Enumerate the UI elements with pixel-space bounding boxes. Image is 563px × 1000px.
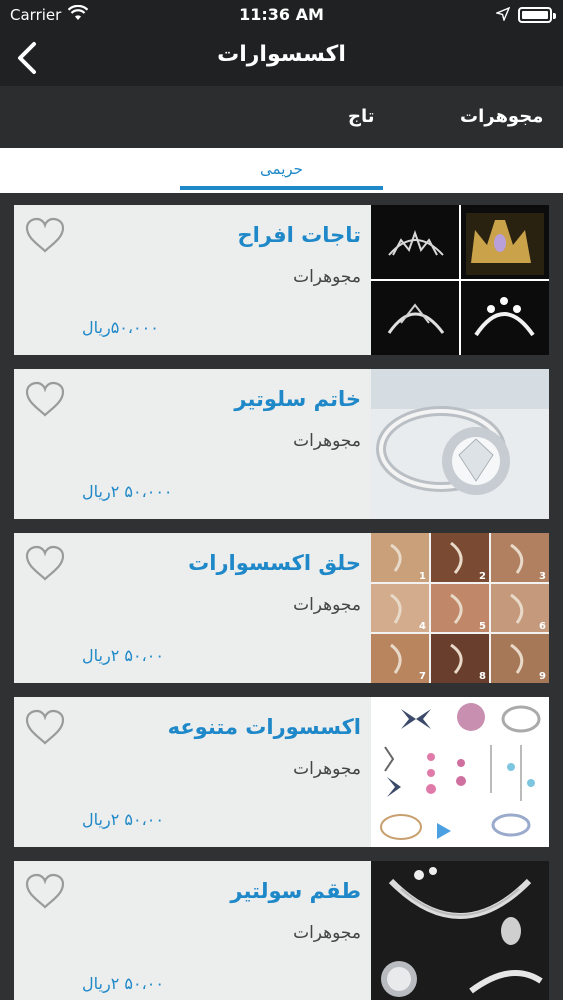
product-image-assorted-jewelry xyxy=(371,697,549,847)
product-price: ۵۰،۰۰۰ریال xyxy=(82,318,159,337)
product-category: مجوهرات xyxy=(293,267,361,287)
svg-text:9: 9 xyxy=(539,671,546,682)
svg-text:7: 7 xyxy=(419,671,426,682)
favorite-heart-icon[interactable] xyxy=(24,545,66,583)
status-bar: Carrier 11:36 AM xyxy=(0,0,563,30)
svg-text:5: 5 xyxy=(479,621,486,632)
product-list: تاجات افراح مجوهرات ۵۰،۰۰۰ریال خاتم سلوت… xyxy=(0,193,563,1000)
product-name: طقم سولتیر xyxy=(230,879,361,903)
product-name: خاتم سلوتیر xyxy=(234,387,361,411)
product-image-tiaras xyxy=(371,205,549,355)
product-category: مجوهرات xyxy=(293,923,361,943)
product-card[interactable]: اکسسورات متنوعه مجوهرات ۵۰،۰۰ ۲ریال xyxy=(14,697,549,847)
product-price: ۵۰،۰۰ ۲ریال xyxy=(82,974,164,993)
product-name: تاجات افراح xyxy=(237,223,361,247)
svg-text:1: 1 xyxy=(419,571,426,582)
product-image-solitaire-ring xyxy=(371,369,549,519)
favorite-heart-icon[interactable] xyxy=(24,381,66,419)
product-category: مجوهرات xyxy=(293,759,361,779)
svg-text:8: 8 xyxy=(479,671,486,682)
sub-tabs: حریمی xyxy=(0,148,563,193)
svg-text:4: 4 xyxy=(419,621,426,632)
product-card[interactable]: طقم سولتیر مجوهرات ۵۰،۰۰ ۲ریال xyxy=(14,861,549,1000)
sub-tab-indicator xyxy=(180,186,383,190)
favorite-heart-icon[interactable] xyxy=(24,217,66,255)
product-price: ۵۰،۰۰ ۲ریال xyxy=(82,646,164,665)
favorite-heart-icon[interactable] xyxy=(24,873,66,911)
product-name: اکسسورات متنوعه xyxy=(167,715,361,739)
category-tab-jewelry[interactable]: مجوهرات xyxy=(460,106,543,127)
product-card[interactable]: خاتم سلوتیر مجوهرات ۵۰،۰۰۰ ۲ریال xyxy=(14,369,549,519)
product-category: مجوهرات xyxy=(293,431,361,451)
page-title: اکسسوارات xyxy=(217,42,346,67)
product-price: ۵۰،۰۰۰ ۲ریال xyxy=(82,482,173,501)
favorite-heart-icon[interactable] xyxy=(24,709,66,747)
product-image-ear-cuffs: 1 2 3 4 5 6 7 8 9 xyxy=(371,533,549,683)
product-name: حلق اکسسوارات xyxy=(188,551,361,575)
product-card[interactable]: 1 2 3 4 5 6 7 8 9 حلق اکسسوارات مجوهرات ۵۰،۰۰ … xyxy=(14,533,549,683)
location-arrow-icon xyxy=(494,6,511,25)
product-image-jewelry-set xyxy=(371,861,549,1000)
battery-icon xyxy=(518,7,556,23)
category-tabs: مجوهرات تاج xyxy=(0,86,563,148)
product-category: مجوهرات xyxy=(293,595,361,615)
product-card[interactable]: تاجات افراح مجوهرات ۵۰،۰۰۰ریال xyxy=(14,205,549,355)
svg-text:6: 6 xyxy=(539,621,546,632)
sub-tab-women[interactable]: حریمی xyxy=(180,160,383,178)
category-tab-crown[interactable]: تاج xyxy=(348,106,375,127)
svg-text:3: 3 xyxy=(539,571,546,582)
status-time: 11:36 AM xyxy=(239,5,324,24)
product-price: ۵۰،۰۰ ۲ریال xyxy=(82,810,164,829)
svg-text:2: 2 xyxy=(479,571,486,582)
top-bar: Carrier 11:36 AM اکسسوارات xyxy=(0,0,563,86)
navigation-bar: اکسسوارات xyxy=(0,30,563,86)
